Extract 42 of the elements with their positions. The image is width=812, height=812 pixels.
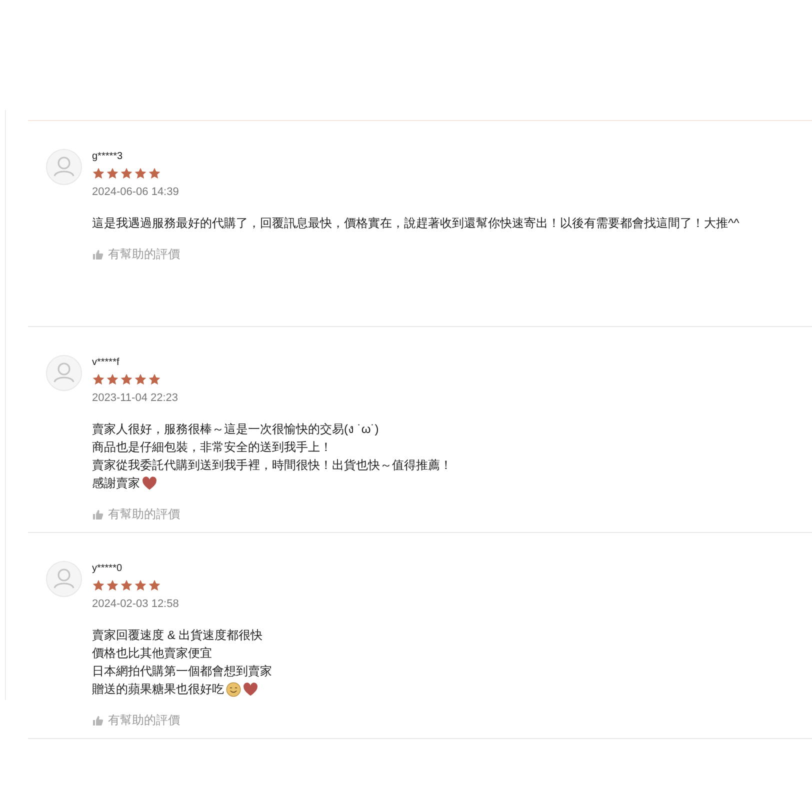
star-icon bbox=[134, 373, 147, 386]
heart-icon bbox=[142, 476, 157, 490]
smiley-icon bbox=[226, 682, 241, 696]
star-icon bbox=[148, 167, 161, 180]
username: y*****0 bbox=[92, 563, 124, 575]
review-text: 日本網拍代購第一個都會想到賣家 bbox=[92, 663, 272, 680]
username: g*****3 bbox=[92, 151, 124, 163]
star-icon bbox=[92, 167, 105, 180]
thumbs-up-icon bbox=[92, 714, 104, 726]
review-text: 這是我遇過服務最好的代購了，回覆訊息最快，價格實在，說趕著收到還幫你快速寄出！以後有需要都會找這間了！大推^^ bbox=[92, 215, 740, 232]
thumbs-up-icon bbox=[92, 248, 104, 260]
helpful-button[interactable]: 有幫助的評價 bbox=[92, 246, 180, 263]
avatar-icon bbox=[46, 149, 82, 185]
review-text: 贈送的蘋果糖果也很好吃 bbox=[92, 681, 224, 698]
star-icon bbox=[120, 373, 133, 386]
avatar-icon bbox=[46, 355, 82, 391]
review-date: 2024-02-03 12:58 bbox=[92, 598, 180, 610]
review-text: 賣家從我委託代購到送到我手裡，時間很快！出貨也快～值得推薦！ bbox=[92, 457, 452, 474]
star-icon bbox=[120, 579, 133, 592]
review-date: 2024-06-06 14:39 bbox=[92, 186, 180, 198]
star-icon bbox=[148, 373, 161, 386]
star-icon bbox=[92, 373, 105, 386]
star-icon bbox=[134, 579, 147, 592]
star-icon bbox=[106, 167, 119, 180]
star-icon bbox=[106, 579, 119, 592]
helpful-button[interactable]: 有幫助的評價 bbox=[92, 712, 180, 729]
star-icon bbox=[92, 579, 105, 592]
thumbs-up-icon bbox=[92, 508, 104, 520]
star-icon bbox=[120, 167, 133, 180]
heart-icon bbox=[243, 682, 258, 696]
username: v*****f bbox=[92, 357, 120, 369]
star-icon bbox=[148, 579, 161, 592]
avatar-icon bbox=[46, 561, 82, 597]
review-text: 賣家回覆速度 & 出貨速度都很快 bbox=[92, 627, 263, 644]
review-date: 2023-11-04 22:23 bbox=[92, 392, 180, 404]
review-text: 價格也比其他賣家便宜 bbox=[92, 645, 212, 662]
review-text: 賣家人很好，服務很棒～這是一次很愉快的交易(ง ˙ω˙) bbox=[92, 421, 379, 438]
star-icon bbox=[106, 373, 119, 386]
review-text: 商品也是仔細包裝，非常安全的送到我手上！ bbox=[92, 439, 332, 456]
helpful-button[interactable]: 有幫助的評價 bbox=[92, 506, 180, 523]
review-text: 感謝賣家 bbox=[92, 475, 140, 492]
star-icon bbox=[134, 167, 147, 180]
